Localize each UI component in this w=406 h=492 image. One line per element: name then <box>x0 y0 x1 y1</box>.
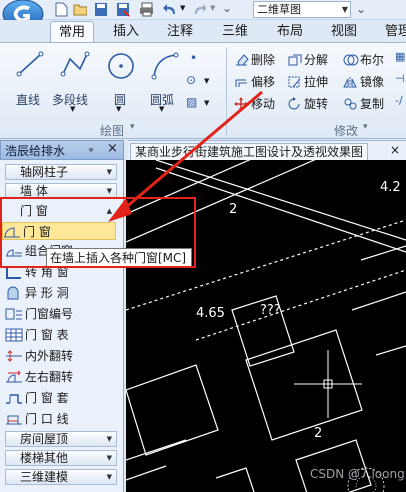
annotation-arrow <box>108 90 263 222</box>
watermark: CSDN @7.loong <box>310 467 405 481</box>
